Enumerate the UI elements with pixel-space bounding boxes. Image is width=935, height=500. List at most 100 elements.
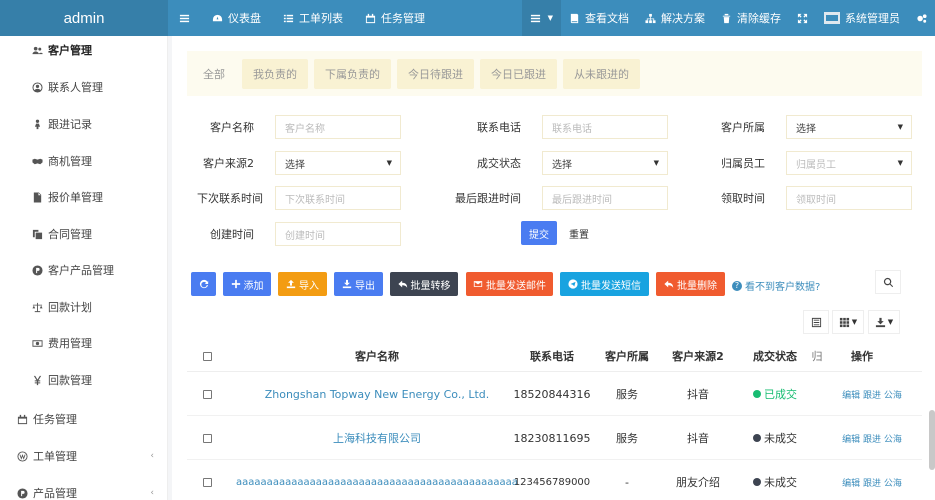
avatar-icon [824, 12, 840, 24]
export-dropdown-button[interactable]: ▼ [868, 310, 900, 334]
import-button[interactable]: 导入 [278, 272, 327, 296]
deal-status-select[interactable]: 选择 ▼ [542, 151, 668, 175]
nav-user-menu[interactable]: 系统管理员 [816, 0, 908, 36]
tab-mine[interactable]: 我负责的 [242, 58, 308, 89]
reply-icon [664, 280, 674, 288]
export-button[interactable]: 导出 [334, 272, 383, 296]
row-checkbox[interactable] [202, 433, 212, 443]
fullscreen-icon [797, 13, 808, 23]
status-badge: 未成交 [764, 476, 797, 489]
reset-button[interactable]: 重置 [561, 221, 597, 245]
help-link[interactable]: ? 看不到客户数据? [732, 278, 820, 293]
owner-staff-select[interactable]: 归属员工 ▼ [786, 151, 912, 175]
row-checkbox-cell [197, 372, 217, 416]
refresh-button[interactable] [191, 272, 216, 296]
sidebar: 客户管理 联系人管理 跟进记录 商机管理 报价单管理 合同管理 客户产品管理 回… [0, 36, 168, 500]
source-cell: 抖音 [687, 432, 709, 445]
hamburger-icon [179, 14, 190, 22]
send-icon [568, 279, 578, 289]
help-link-label: 看不到客户数据? [745, 282, 821, 293]
nav-view-docs[interactable]: 查看文档 [561, 0, 637, 36]
th-phone[interactable]: 联系电话 [507, 340, 597, 372]
submit-button[interactable]: 提交 [521, 221, 557, 245]
customer-name-link[interactable]: Zhongshan Topway New Energy Co., Ltd. [227, 372, 527, 416]
select-all-checkbox[interactable] [202, 351, 212, 361]
page-scrollbar-thumb[interactable] [929, 410, 935, 470]
batch-email-button[interactable]: 批量发送邮件 [466, 272, 553, 296]
add-button[interactable]: 添加 [223, 272, 271, 296]
batch-transfer-button[interactable]: 批量转移 [390, 272, 458, 296]
sitemap-icon [645, 13, 656, 23]
nav-clear-cache[interactable]: 清除缓存 [713, 0, 789, 36]
brand-logo[interactable]: admin [0, 0, 168, 36]
caret-down-icon: ▼ [897, 123, 903, 131]
th-belong[interactable]: 客户所属 [597, 340, 657, 372]
table-search-button[interactable] [875, 270, 901, 294]
columns-toggle-button[interactable]: ▼ [832, 310, 864, 334]
batch-delete-button[interactable]: 批量删除 [656, 272, 725, 296]
row-actions[interactable]: 编辑 跟进 公海 [832, 460, 912, 500]
toggle-view-button[interactable] [803, 310, 829, 334]
sidebar-item-follow-records[interactable]: 跟进记录 [0, 116, 168, 132]
next-contact-input[interactable]: 下次联系时间 [275, 186, 401, 210]
nav-task-management[interactable]: 任务管理 [354, 0, 436, 36]
belong-select[interactable]: 选择 ▼ [786, 115, 912, 139]
th-customer-name[interactable]: 客户名称 [227, 340, 527, 372]
sidebar-toggle-button[interactable] [168, 0, 201, 36]
sidebar-item-opportunities[interactable]: 商机管理 [0, 153, 168, 169]
sidebar-item-contacts[interactable]: 联系人管理 [0, 79, 168, 95]
batch-sms-button[interactable]: 批量发送短信 [560, 272, 649, 296]
tab-subordinates[interactable]: 下属负责的 [314, 58, 391, 89]
status-dot-icon [753, 390, 761, 398]
nav-solutions[interactable]: 解决方案 [637, 0, 713, 36]
phone-input[interactable]: 联系电话 [542, 115, 668, 139]
sidebar-item-quotations[interactable]: 报价单管理 [0, 189, 168, 205]
tab-never-followed[interactable]: 从未跟进的 [563, 58, 640, 89]
nav-fullscreen-button[interactable] [789, 0, 816, 36]
sidebar-item-label: 工单管理 [33, 450, 77, 463]
nav-menu-dropdown[interactable]: ▼ [521, 0, 561, 36]
customer-name-input[interactable]: 客户名称 [275, 115, 401, 139]
table-row[interactable]: aaaaaaaaaaaaaaaaaaaaaaaaaaaaaaaaaaaaaaaa… [187, 460, 922, 500]
sidebar-item-payments[interactable]: 回款管理 [0, 372, 168, 388]
th-source[interactable]: 客户来源2 [657, 340, 739, 372]
th-owner-truncated[interactable]: 归 [811, 340, 823, 372]
th-status[interactable]: 成交状态 [739, 340, 811, 372]
filter-row-3: 下次联系时间 下次联系时间 最后跟进时间 最后跟进时间 领取时间 领取时间 [172, 186, 912, 210]
source-select[interactable]: 选择 ▼ [275, 151, 401, 175]
row-actions[interactable]: 编辑 跟进 公海 [832, 372, 912, 416]
upload-icon [286, 279, 296, 289]
deal-status-select-value: 选择 [552, 159, 572, 171]
tab-today-pending[interactable]: 今日待跟进 [397, 58, 474, 89]
file-icon [31, 191, 43, 203]
export-button-label: 导出 [355, 280, 375, 292]
nav-ticket-list[interactable]: 工单列表 [272, 0, 354, 36]
table-row[interactable]: 上海科技有限公司 18230811695 服务 抖音 未成交 编辑 跟进 公海 [187, 416, 922, 460]
nav-dashboard-label: 仪表盘 [228, 12, 261, 25]
sidebar-item-contracts[interactable]: 合同管理 [0, 226, 168, 242]
sidebar-item-expenses[interactable]: 费用管理 [0, 335, 168, 351]
sidebar-item-customer-products[interactable]: 客户产品管理 [0, 262, 168, 278]
customer-name-link[interactable]: aaaaaaaaaaaaaaaaaaaaaaaaaaaaaaaaaaaaaaaa… [227, 460, 527, 500]
sidebar-item-task-management[interactable]: 任务管理 [0, 411, 168, 427]
sidebar-item-payment-plan[interactable]: 回款计划 [0, 299, 168, 315]
sidebar-item-product-management[interactable]: 产品管理 ‹ [0, 485, 168, 500]
row-actions[interactable]: 编辑 跟进 公海 [832, 416, 912, 460]
receive-time-input[interactable]: 领取时间 [786, 186, 912, 210]
chevron-left-icon: ‹ [150, 451, 154, 461]
row-checkbox[interactable] [202, 477, 212, 487]
sidebar-item-customer-management[interactable]: 客户管理 [0, 42, 168, 58]
row-checkbox[interactable] [202, 389, 212, 399]
sidebar-item-ticket-management[interactable]: 工单管理 ‹ [0, 448, 168, 464]
nav-settings-button[interactable] [908, 0, 935, 36]
tab-today-followed[interactable]: 今日已跟进 [480, 58, 557, 89]
table-row[interactable]: Zhongshan Topway New Energy Co., Ltd. 18… [187, 372, 922, 416]
sidebar-item-label: 客户管理 [48, 44, 92, 57]
create-time-input[interactable]: 创建时间 [275, 222, 401, 246]
nav-dashboard[interactable]: 仪表盘 [201, 0, 272, 36]
last-follow-input[interactable]: 最后跟进时间 [542, 186, 668, 210]
belong-label: 客户所属 [721, 121, 765, 134]
refresh-icon [199, 279, 208, 289]
customer-name-link[interactable]: 上海科技有限公司 [227, 416, 527, 460]
tab-all[interactable]: 全部 [192, 59, 236, 89]
